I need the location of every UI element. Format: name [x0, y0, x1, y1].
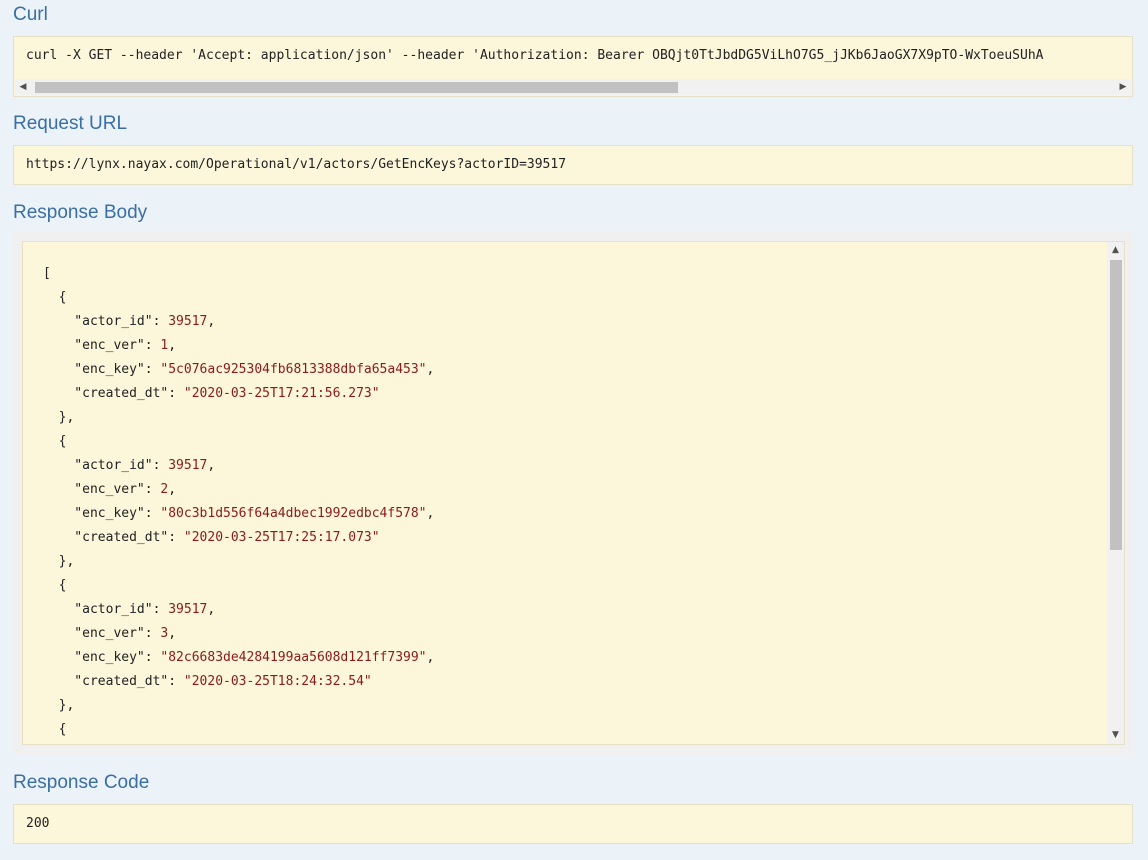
json-line: "actor_id": 39517,	[43, 598, 215, 622]
scroll-down-icon[interactable]: ▼	[1107, 727, 1124, 744]
json-key: [	[43, 266, 51, 281]
json-line: {	[43, 574, 67, 598]
curl-scroll-thumb[interactable]	[35, 82, 678, 93]
json-key: },	[43, 554, 75, 569]
curl-command: curl -X GET --header 'Accept: applicatio…	[26, 48, 1044, 63]
json-line: },	[43, 550, 75, 574]
json-value: "5c076ac925304fb6813388dbfa65a453"	[160, 362, 427, 377]
json-value: 39517	[168, 458, 208, 473]
json-line: "enc_key": "80c3b1d556f64a4dbec1992edbc4…	[43, 502, 434, 526]
json-key: "enc_key":	[43, 362, 161, 377]
json-punctuation: ,	[207, 458, 216, 473]
json-key: "created_dt":	[43, 386, 184, 401]
json-key: "enc_key":	[43, 650, 161, 665]
scroll-left-icon[interactable]: ◀	[15, 79, 31, 95]
response-code-title: Response Code	[13, 772, 150, 793]
response-body-json[interactable]: [ { "actor_id": 39517, "enc_ver": 1, "en…	[22, 241, 1125, 745]
json-line: {	[43, 430, 67, 454]
curl-box[interactable]: curl -X GET --header 'Accept: applicatio…	[13, 36, 1133, 97]
json-line: {	[43, 286, 67, 310]
json-key: "enc_ver":	[43, 626, 161, 641]
json-line: "created_dt": "2020-03-25T18:24:32.54"	[43, 670, 372, 694]
json-value: "2020-03-25T17:25:17.073"	[183, 530, 380, 545]
scroll-right-icon[interactable]: ▶	[1115, 79, 1131, 95]
json-key: {	[43, 434, 67, 449]
response-vertical-scrollbar[interactable]: ▲ ▼	[1107, 242, 1124, 744]
request-url-value[interactable]: https://lynx.nayax.com/Operational/v1/ac…	[26, 157, 566, 172]
json-key: {	[43, 290, 67, 305]
curl-title: Curl	[13, 4, 48, 25]
json-punctuation: ,	[426, 362, 435, 377]
json-punctuation: ,	[426, 506, 435, 521]
json-key: {	[43, 722, 67, 737]
json-line: "created_dt": "2020-03-25T17:25:17.073"	[43, 526, 380, 550]
json-line: "enc_key": "5c076ac925304fb6813388dbfa65…	[43, 358, 434, 382]
response-scroll-thumb[interactable]	[1110, 260, 1122, 550]
json-line: "enc_key": "82c6683de4284199aa5608d121ff…	[43, 646, 434, 670]
response-code-box[interactable]: 200	[13, 804, 1133, 844]
json-punctuation: ,	[426, 650, 435, 665]
json-line: },	[43, 406, 75, 430]
json-key: "enc_ver":	[43, 338, 161, 353]
response-body-container: [ { "actor_id": 39517, "enc_ver": 1, "en…	[13, 232, 1134, 755]
json-key: {	[43, 578, 67, 593]
json-value: 39517	[168, 314, 208, 329]
json-punctuation: ,	[168, 626, 177, 641]
json-value: "80c3b1d556f64a4dbec1992edbc4f578"	[160, 506, 427, 521]
json-key: },	[43, 698, 75, 713]
json-line: "actor_id": 39517,	[43, 310, 215, 334]
json-line: "enc_ver": 1,	[43, 334, 176, 358]
json-key: "enc_ver":	[43, 482, 161, 497]
json-line: "enc_ver": 2,	[43, 478, 176, 502]
request-url-title: Request URL	[13, 113, 128, 134]
json-punctuation: ,	[207, 314, 216, 329]
response-code-value: 200	[26, 816, 50, 831]
json-punctuation: ,	[207, 602, 216, 617]
json-value: "2020-03-25T18:24:32.54"	[183, 674, 372, 689]
json-key: "created_dt":	[43, 530, 184, 545]
json-key: "enc_key":	[43, 506, 161, 521]
json-punctuation: ,	[168, 482, 177, 497]
json-key: "actor_id":	[43, 314, 169, 329]
json-key: "actor_id":	[43, 602, 169, 617]
json-value: 39517	[168, 602, 208, 617]
json-line: },	[43, 694, 75, 718]
json-line: "enc_ver": 3,	[43, 622, 176, 646]
json-value: "2020-03-25T17:21:56.273"	[183, 386, 380, 401]
scroll-up-icon[interactable]: ▲	[1107, 242, 1124, 259]
request-url-box[interactable]: https://lynx.nayax.com/Operational/v1/ac…	[13, 145, 1133, 185]
json-line: "created_dt": "2020-03-25T17:21:56.273"	[43, 382, 380, 406]
json-key: "actor_id":	[43, 458, 169, 473]
json-punctuation: ,	[168, 338, 177, 353]
json-key: "created_dt":	[43, 674, 184, 689]
json-line: "actor_id": 39517,	[43, 454, 215, 478]
json-value: "82c6683de4284199aa5608d121ff7399"	[160, 650, 427, 665]
curl-horizontal-scrollbar[interactable]: ◀ ▶	[15, 79, 1131, 95]
response-body-title: Response Body	[13, 202, 148, 223]
json-line: {	[43, 718, 67, 742]
json-key: },	[43, 410, 75, 425]
json-line: [	[43, 262, 51, 286]
